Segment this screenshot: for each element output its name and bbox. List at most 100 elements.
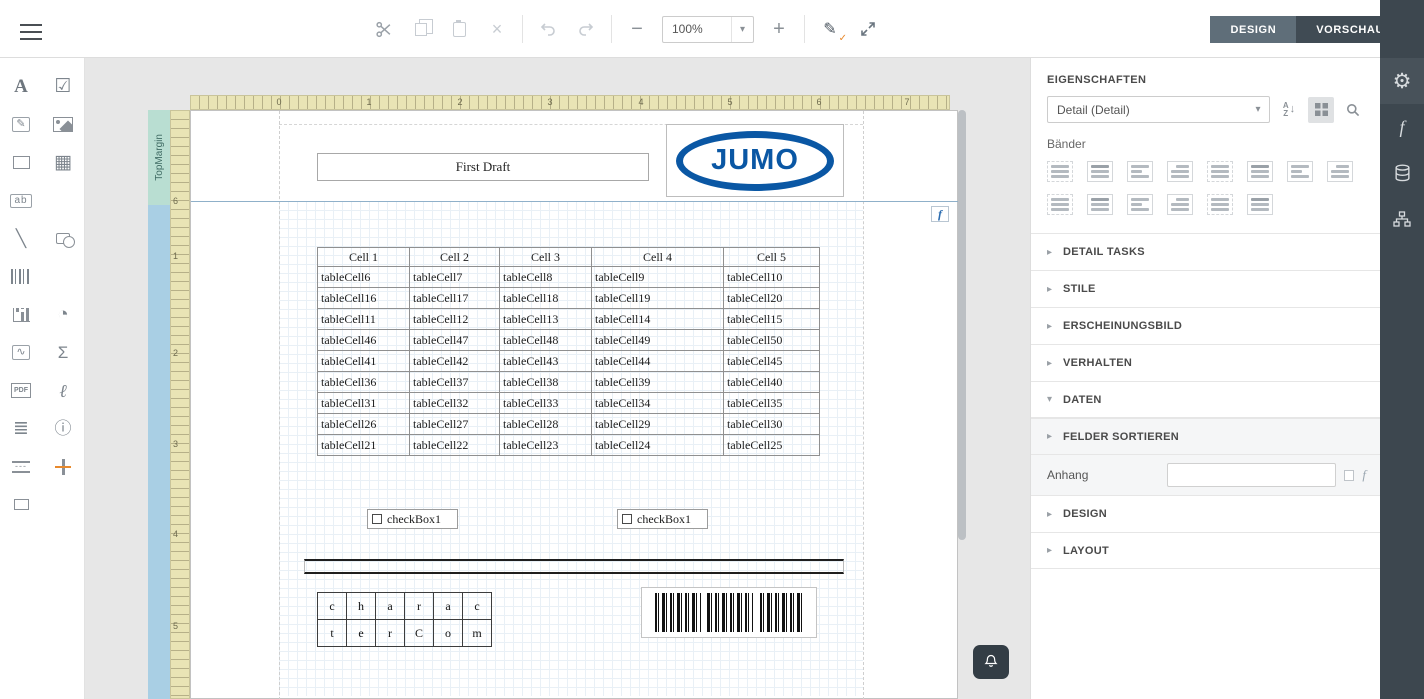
section-erscheinungsbild[interactable]: ▸ERSCHEINUNGSBILD — [1031, 307, 1380, 344]
panel-tool[interactable] — [0, 144, 42, 181]
sparkline-tool[interactable]: ∿ — [0, 334, 42, 371]
table-cell[interactable]: tableCell16 — [318, 288, 410, 309]
properties-tab[interactable]: ⚙ — [1380, 58, 1424, 104]
band-separator[interactable] — [191, 201, 959, 202]
table-cell[interactable]: tableCell40 — [724, 372, 820, 393]
pageinfo-tool[interactable]: ⓘ — [42, 410, 84, 447]
table-cell[interactable]: tableCell36 — [318, 372, 410, 393]
band-icon-4[interactable] — [1167, 161, 1193, 182]
section-detail-tasks[interactable]: ▸DETAIL TASKS — [1031, 233, 1380, 270]
design-button[interactable]: DESIGN — [1210, 16, 1296, 43]
delete-icon[interactable]: × — [484, 16, 510, 42]
comb-cell[interactable]: r — [376, 620, 405, 647]
table-cell[interactable]: tableCell6 — [318, 267, 410, 288]
table-cell[interactable]: tableCell29 — [592, 414, 724, 435]
table-cell[interactable]: tableCell45 — [724, 351, 820, 372]
table-cell[interactable]: tableCell32 — [410, 393, 500, 414]
table-cell[interactable]: tableCell22 — [410, 435, 500, 456]
report-page[interactable]: f First Draft JUMO Cell 1Cell 2Cell 3Cel… — [190, 110, 958, 699]
table-cell[interactable]: tableCell50 — [724, 330, 820, 351]
table-cell[interactable]: tableCell14 — [592, 309, 724, 330]
band-icon-13[interactable] — [1207, 194, 1233, 215]
table-cell[interactable]: tableCell48 — [500, 330, 592, 351]
comb-cell[interactable]: h — [347, 593, 376, 620]
data-sources-tab[interactable] — [1380, 150, 1424, 196]
search-button[interactable] — [1340, 97, 1366, 123]
band-selector-dropdown[interactable]: Detail (Detail) ▾ — [1047, 96, 1270, 123]
anhang-input[interactable] — [1167, 463, 1336, 487]
table-cell[interactable]: tableCell34 — [592, 393, 724, 414]
validate-icon[interactable]: ✎✓ — [817, 16, 843, 42]
pagebreak-tool[interactable]: --- — [0, 448, 42, 485]
comb-cell[interactable]: c — [463, 593, 492, 620]
table-cell[interactable]: tableCell41 — [318, 351, 410, 372]
report-explorer-tab[interactable] — [1380, 196, 1424, 242]
character-comb-element[interactable]: characterCom — [317, 592, 492, 647]
redo-icon[interactable] — [573, 16, 599, 42]
comb-cell[interactable]: o — [434, 620, 463, 647]
table-cell[interactable]: tableCell9 — [592, 267, 724, 288]
comb-cell[interactable]: a — [376, 593, 405, 620]
pdf-content-tool[interactable]: PDF — [0, 372, 42, 409]
comb-cell[interactable]: a — [434, 593, 463, 620]
band-icon-14[interactable] — [1247, 194, 1273, 215]
richtext-tool[interactable]: ✎ — [0, 106, 42, 143]
table-cell[interactable]: tableCell44 — [592, 351, 724, 372]
pivotgrid-tool[interactable]: Σ — [42, 334, 84, 371]
section-felder-sortieren[interactable]: ▸FELDER SORTIEREN — [1031, 418, 1380, 455]
table-cell[interactable]: tableCell20 — [724, 288, 820, 309]
fullscreen-icon[interactable] — [855, 16, 881, 42]
table-header-cell[interactable]: Cell 1 — [318, 248, 410, 267]
comb-cell[interactable]: t — [318, 620, 347, 647]
table-cell[interactable]: tableCell19 — [592, 288, 724, 309]
logo-picture-box[interactable]: JUMO — [666, 124, 844, 197]
notification-bell-button[interactable] — [973, 645, 1009, 679]
table-cell[interactable]: tableCell12 — [410, 309, 500, 330]
line-tool[interactable]: ╲ — [0, 220, 42, 257]
comb-cell[interactable]: r — [405, 593, 434, 620]
table-cell[interactable]: tableCell28 — [500, 414, 592, 435]
table-cell[interactable]: tableCell37 — [410, 372, 500, 393]
table-cell[interactable]: tableCell18 — [500, 288, 592, 309]
table-cell[interactable]: tableCell21 — [318, 435, 410, 456]
comb-cell[interactable]: e — [347, 620, 376, 647]
table-cell[interactable]: tableCell31 — [318, 393, 410, 414]
table-cell[interactable]: tableCell46 — [318, 330, 410, 351]
checkbox-element-2[interactable]: checkBox1 — [617, 509, 708, 529]
chart-tool[interactable] — [0, 296, 42, 333]
toc-tool[interactable]: ≣ — [0, 410, 42, 447]
table-cell[interactable]: tableCell13 — [500, 309, 592, 330]
checkbox-element-1[interactable]: checkBox1 — [367, 509, 458, 529]
anhang-expression-icon[interactable]: f — [1362, 467, 1366, 483]
table-cell[interactable]: tableCell11 — [318, 309, 410, 330]
undo-icon[interactable] — [535, 16, 561, 42]
table-cell[interactable]: tableCell24 — [592, 435, 724, 456]
band-icon-8[interactable] — [1327, 161, 1353, 182]
title-label-element[interactable]: First Draft — [317, 153, 649, 181]
expressions-tab[interactable]: f — [1380, 104, 1424, 150]
band-icon-9[interactable] — [1047, 194, 1073, 215]
table-cell[interactable]: tableCell47 — [410, 330, 500, 351]
table-cell[interactable]: tableCell25 — [724, 435, 820, 456]
band-icon-10[interactable] — [1087, 194, 1113, 215]
table-cell[interactable]: tableCell39 — [592, 372, 724, 393]
table-cell[interactable]: tableCell26 — [318, 414, 410, 435]
table-cell[interactable]: tableCell10 — [724, 267, 820, 288]
gauge-tool[interactable]: ◔ — [42, 296, 84, 333]
band-icon-6[interactable] — [1247, 161, 1273, 182]
detail-band-strip[interactable] — [148, 205, 170, 699]
band-icon-7[interactable] — [1287, 161, 1313, 182]
table-cell[interactable]: tableCell23 — [500, 435, 592, 456]
table-header-cell[interactable]: Cell 3 — [500, 248, 592, 267]
picturebox-tool[interactable] — [42, 106, 84, 143]
expression-button[interactable]: f — [931, 206, 949, 222]
comb-cell[interactable]: c — [318, 593, 347, 620]
subreport-tool[interactable] — [0, 486, 42, 523]
menu-icon[interactable] — [20, 19, 42, 37]
checkbox-tool[interactable]: ☑ — [42, 68, 84, 105]
table-tool[interactable]: ▦ — [42, 144, 84, 181]
zoom-in-icon[interactable]: + — [766, 16, 792, 42]
comb-cell[interactable]: C — [405, 620, 434, 647]
sort-az-button[interactable]: AZ↓ — [1276, 97, 1302, 123]
band-icon-12[interactable] — [1167, 194, 1193, 215]
